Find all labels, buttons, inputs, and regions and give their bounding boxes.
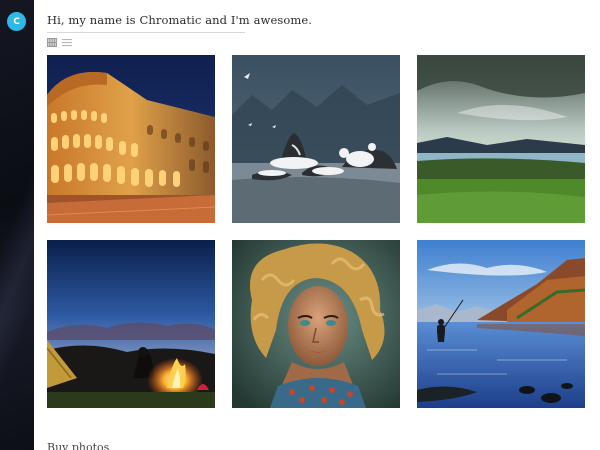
sidebar: C (0, 0, 34, 450)
photo-tile[interactable] (47, 55, 215, 223)
view-toggle (47, 38, 72, 47)
avatar[interactable]: C (7, 12, 26, 31)
whales-photo (232, 55, 400, 223)
photo-tile[interactable] (232, 240, 400, 408)
colosseum-photo (47, 55, 215, 223)
title-divider (47, 32, 245, 33)
photo-tile[interactable] (417, 240, 585, 408)
list-view-icon[interactable] (62, 38, 72, 47)
valley-lake-photo (417, 55, 585, 223)
grid-view-icon[interactable] (47, 38, 57, 47)
page-title: Hi, my name is Chromatic and I'm awesome… (47, 13, 313, 27)
photo-tile[interactable] (47, 240, 215, 408)
portrait-photo (232, 240, 400, 408)
photo-tile[interactable] (417, 55, 585, 223)
photo-tile[interactable] (232, 55, 400, 223)
main-content: Hi, my name is Chromatic and I'm awesome… (34, 0, 600, 450)
fisherman-photo (417, 240, 585, 408)
buy-photos-link[interactable]: Buy photos (47, 441, 109, 450)
campfire-photo (47, 240, 215, 408)
